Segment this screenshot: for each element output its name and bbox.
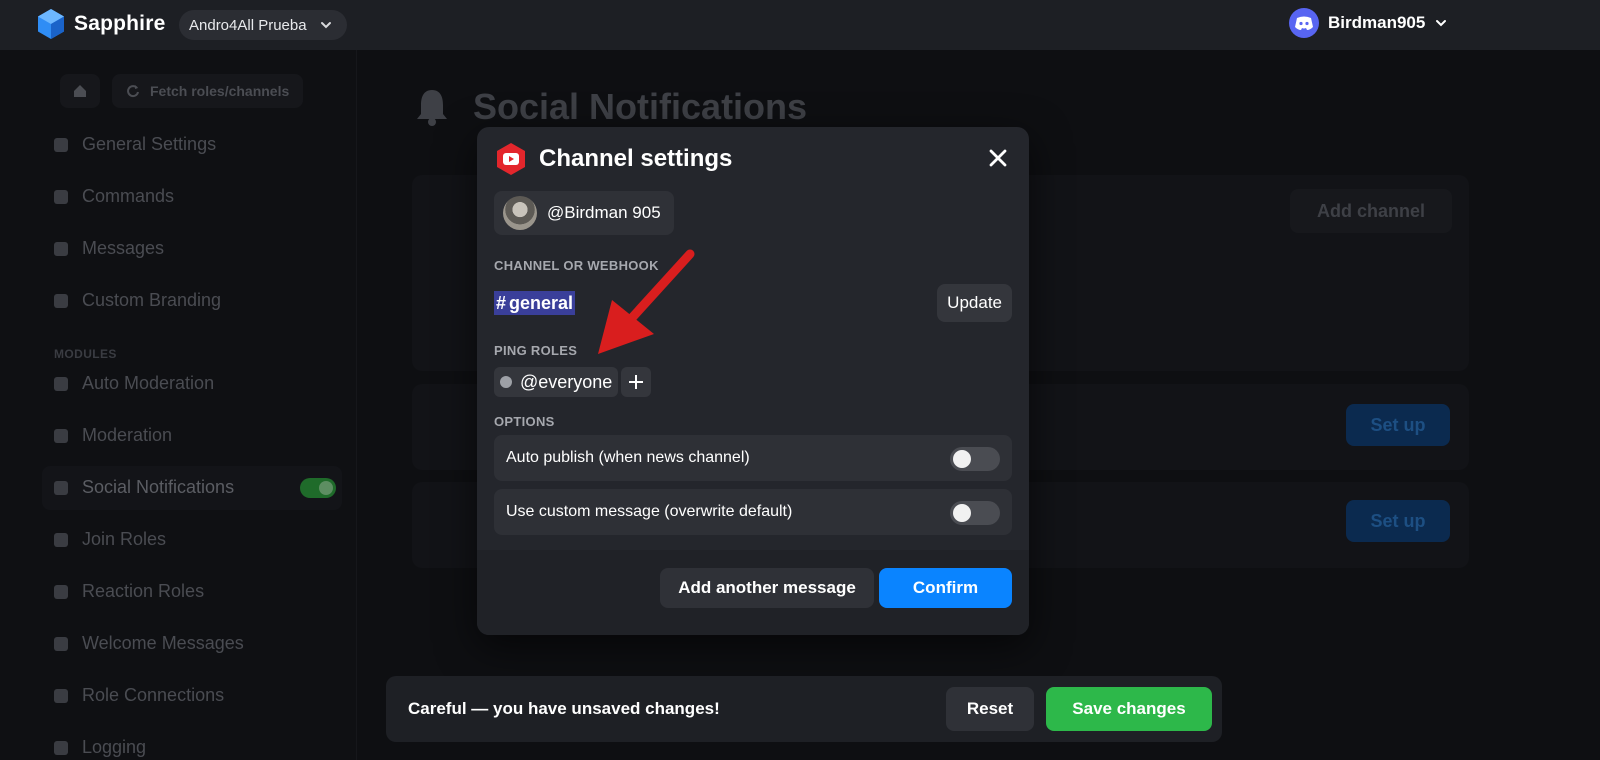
shield-icon bbox=[54, 428, 68, 443]
channel-name: general bbox=[509, 292, 574, 313]
option-custom-message: Use custom message (overwrite default) bbox=[494, 489, 1012, 535]
branding-icon bbox=[54, 293, 68, 308]
shield-icon bbox=[54, 376, 68, 391]
sidebar-item-label: Messages bbox=[82, 238, 165, 258]
youtube-icon bbox=[497, 143, 525, 175]
save-changes-button[interactable]: Save changes bbox=[1046, 687, 1212, 731]
sidebar-item-custom-branding[interactable]: Custom Branding bbox=[54, 290, 221, 311]
emoji-icon bbox=[54, 584, 68, 599]
page-title-text: Social Notifications bbox=[473, 86, 808, 127]
tiktok-setup-button[interactable]: Set up bbox=[1346, 500, 1450, 542]
options-label: OPTIONS bbox=[494, 414, 555, 429]
wave-icon bbox=[54, 636, 68, 651]
user-add-icon bbox=[54, 532, 68, 547]
social-notifications-toggle[interactable] bbox=[300, 478, 336, 498]
sidebar-item-label: Reaction Roles bbox=[82, 581, 205, 601]
option-label: Auto publish (when news channel) bbox=[506, 449, 750, 466]
add-role-button[interactable] bbox=[621, 367, 651, 397]
sidebar-item-label: Auto Moderation bbox=[82, 373, 215, 393]
unsaved-changes-bar: Careful — you have unsaved changes! Rese… bbox=[386, 676, 1222, 742]
sidebar-item-label: Role Connections bbox=[82, 685, 225, 705]
reset-button[interactable]: Reset bbox=[946, 687, 1034, 731]
sidebar-section-modules: MODULES bbox=[54, 347, 117, 361]
sidebar-item-role-connections[interactable]: Role Connections bbox=[54, 685, 224, 706]
sidebar: Fetch roles/channels General Settings Co… bbox=[0, 50, 357, 760]
chevron-down-icon bbox=[1436, 20, 1447, 27]
top-bar: Sapphire Andro4All Prueba Birdman905 bbox=[0, 0, 1600, 50]
close-icon[interactable] bbox=[987, 147, 1009, 169]
modal-title: Channel settings bbox=[539, 145, 733, 172]
sidebar-item-label: Moderation bbox=[82, 425, 173, 445]
sidebar-item-welcome-messages[interactable]: Welcome Messages bbox=[54, 633, 244, 654]
refresh-icon bbox=[127, 85, 139, 98]
bell-icon bbox=[54, 480, 68, 495]
role-color-dot bbox=[500, 376, 512, 388]
channel-settings-modal: Channel settings @Birdman 905 CHANNEL OR… bbox=[477, 127, 1029, 635]
role-chip-everyone[interactable]: @everyone bbox=[494, 367, 619, 397]
fetch-label: Fetch roles/channels bbox=[150, 83, 290, 99]
confirm-button[interactable]: Confirm bbox=[879, 568, 1012, 608]
sidebar-item-general-settings[interactable]: General Settings bbox=[54, 134, 216, 155]
sidebar-item-label: Join Roles bbox=[82, 529, 167, 549]
role-name: @everyone bbox=[520, 371, 613, 392]
sidebar-item-label: Social Notifications bbox=[82, 477, 235, 497]
server-selector[interactable]: Andro4All Prueba bbox=[179, 10, 347, 40]
sidebar-item-auto-moderation[interactable]: Auto Moderation bbox=[54, 373, 214, 394]
username: Birdman905 bbox=[1328, 13, 1426, 32]
auto-publish-toggle[interactable] bbox=[950, 447, 1000, 471]
command-icon bbox=[54, 189, 68, 204]
discord-icon bbox=[1289, 8, 1319, 38]
account-chip: @Birdman 905 bbox=[494, 191, 674, 235]
sidebar-item-messages[interactable]: Messages bbox=[54, 238, 164, 259]
home-icon bbox=[74, 85, 86, 97]
sidebar-item-label: Custom Branding bbox=[82, 290, 222, 310]
add-another-message-button[interactable]: Add another message bbox=[660, 568, 874, 608]
fetch-roles-button[interactable]: Fetch roles/channels bbox=[112, 74, 304, 108]
sidebar-item-label: Commands bbox=[82, 186, 175, 206]
sapphire-logo-icon bbox=[38, 9, 64, 39]
sidebar-item-moderation[interactable]: Moderation bbox=[54, 425, 172, 446]
twitch-setup-button[interactable]: Set up bbox=[1346, 404, 1450, 446]
sidebar-item-logging[interactable]: Logging bbox=[54, 737, 146, 758]
app-name: Sapphire bbox=[74, 12, 166, 35]
modal-header: Channel settings bbox=[495, 142, 732, 176]
link-icon bbox=[54, 688, 68, 703]
update-button[interactable]: Update bbox=[937, 284, 1012, 322]
app-logo[interactable]: Sapphire bbox=[36, 8, 165, 40]
add-channel-button[interactable]: Add channel bbox=[1290, 189, 1452, 233]
sidebar-item-label: Welcome Messages bbox=[82, 633, 244, 653]
account-name: @Birdman 905 bbox=[547, 203, 661, 222]
option-auto-publish: Auto publish (when news channel) bbox=[494, 435, 1012, 481]
sidebar-item-label: General Settings bbox=[82, 134, 217, 154]
annotation-arrow-icon bbox=[598, 249, 695, 354]
ping-roles-label: PING ROLES bbox=[494, 343, 578, 358]
sidebar-item-commands[interactable]: Commands bbox=[54, 186, 174, 207]
unsaved-message: Careful — you have unsaved changes! bbox=[408, 699, 720, 718]
sidebar-item-reaction-roles[interactable]: Reaction Roles bbox=[54, 581, 204, 602]
sidebar-item-label: Logging bbox=[82, 737, 147, 757]
user-menu[interactable]: Birdman905 bbox=[1289, 8, 1448, 38]
avatar bbox=[503, 196, 537, 230]
home-button[interactable] bbox=[60, 74, 100, 108]
server-name: Andro4All Prueba bbox=[189, 16, 307, 34]
sidebar-item-social-notifications[interactable]: Social Notifications bbox=[54, 477, 234, 498]
message-icon bbox=[54, 241, 68, 256]
channel-selector[interactable]: # general bbox=[494, 291, 576, 315]
gear-icon bbox=[54, 137, 68, 152]
hash-icon: # bbox=[496, 292, 507, 313]
page-title: Social Notifications bbox=[415, 86, 807, 128]
custom-message-toggle[interactable] bbox=[950, 501, 1000, 525]
option-label: Use custom message (overwrite default) bbox=[506, 503, 793, 520]
log-icon bbox=[54, 740, 68, 755]
bell-icon bbox=[417, 90, 447, 126]
sidebar-item-join-roles[interactable]: Join Roles bbox=[54, 529, 166, 550]
plus-icon bbox=[629, 375, 643, 389]
chevron-down-icon bbox=[320, 22, 331, 29]
